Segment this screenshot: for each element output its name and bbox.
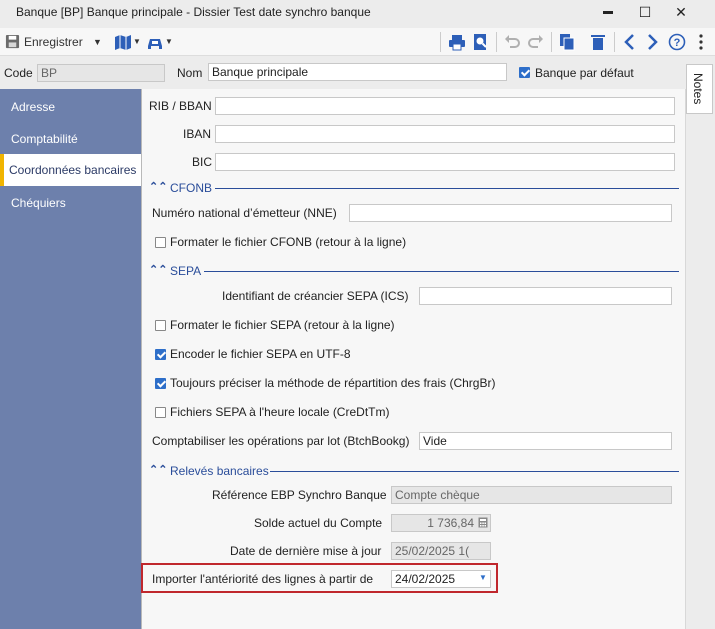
print-preview-icon[interactable] bbox=[472, 33, 490, 51]
save-button[interactable]: Enregistrer bbox=[24, 32, 83, 52]
minimize-button[interactable]: ▬ bbox=[590, 0, 626, 24]
default-bank-checkbox[interactable] bbox=[519, 67, 530, 78]
redo-icon[interactable] bbox=[527, 33, 545, 51]
sepa-section-header[interactable]: ⌃⌃ SEPA bbox=[149, 264, 679, 278]
notes-tab-label: Notes bbox=[691, 73, 705, 105]
undo-icon[interactable] bbox=[503, 33, 521, 51]
sepa-utf8-label: Encoder le fichier SEPA en UTF-8 bbox=[170, 347, 351, 361]
sidebar-item-adresse[interactable]: Adresse bbox=[0, 91, 141, 123]
nom-label: Nom bbox=[177, 66, 203, 80]
rib-label: RIB / BBAN bbox=[149, 99, 212, 113]
nne-label: Numéro national d’émetteur (NNE) bbox=[152, 206, 337, 220]
chevron-right-icon[interactable] bbox=[643, 33, 661, 51]
map-icon[interactable] bbox=[114, 33, 132, 51]
import-history-label: Importer l'antériorité des lignes à part… bbox=[152, 572, 374, 586]
collapse-chevron-icon[interactable]: ⌃⌃ bbox=[149, 180, 167, 193]
date-dropdown-icon[interactable]: ▼ bbox=[479, 573, 487, 582]
iban-field[interactable] bbox=[215, 125, 675, 143]
ics-label: Identifiant de créancier SEPA (ICS) bbox=[222, 289, 409, 303]
close-button[interactable]: ✕ bbox=[663, 0, 699, 24]
toolbar-separator bbox=[440, 32, 441, 52]
section-divider bbox=[204, 271, 679, 272]
cfonb-format-label: Formater le fichier CFONB (retour à la l… bbox=[170, 235, 407, 249]
collapse-chevron-icon[interactable]: ⌃⌃ bbox=[149, 263, 167, 276]
sepa-local-time-checkbox[interactable] bbox=[155, 407, 166, 418]
sepa-chrgbr-label: Toujours préciser la méthode de répartit… bbox=[170, 376, 496, 390]
title-bar: Banque [BP] Banque principale - Dissier … bbox=[0, 0, 715, 24]
map-dropdown-icon[interactable]: ▼ bbox=[133, 32, 141, 52]
more-options-icon[interactable] bbox=[692, 33, 710, 51]
releves-section-title: Relevés bancaires bbox=[170, 464, 269, 478]
batch-booking-label: Comptabiliser les opérations par lot (Bt… bbox=[152, 434, 410, 448]
toolbar-separator bbox=[551, 32, 552, 52]
nne-field[interactable] bbox=[349, 204, 672, 222]
notes-tab[interactable]: Notes bbox=[686, 64, 713, 114]
record-header: Code BP Nom Banque principale Banque par… bbox=[0, 60, 685, 88]
code-field[interactable]: BP bbox=[37, 64, 165, 82]
bic-field[interactable] bbox=[215, 153, 675, 171]
sepa-local-time-label: Fichiers SEPA à l'heure locale (CreDtTm) bbox=[170, 405, 390, 419]
cfonb-format-checkbox[interactable] bbox=[155, 237, 166, 248]
solde-label: Solde actuel du Compte bbox=[254, 516, 383, 530]
ebp-reference-label: Référence EBP Synchro Banque bbox=[212, 488, 387, 502]
side-panel-strip bbox=[685, 89, 715, 629]
sidebar: Adresse Comptabilité Coordonnées bancair… bbox=[0, 89, 141, 629]
ics-field[interactable] bbox=[419, 287, 672, 305]
last-update-field: 25/02/2025 1( bbox=[391, 542, 491, 560]
releves-section-header[interactable]: ⌃⌃ Relevés bancaires bbox=[149, 464, 679, 478]
window-title: Banque [BP] Banque principale - Dissier … bbox=[16, 5, 371, 19]
toolbar: Enregistrer ▼ ▼ ▼ ? bbox=[0, 28, 715, 56]
calculator-icon[interactable] bbox=[478, 517, 488, 528]
section-divider bbox=[215, 188, 679, 189]
help-icon[interactable]: ? bbox=[668, 33, 686, 51]
import-history-date-field[interactable]: 24/02/2025 bbox=[391, 570, 491, 588]
sepa-format-checkbox[interactable] bbox=[155, 320, 166, 331]
svg-text:?: ? bbox=[674, 37, 681, 49]
car-dropdown-icon[interactable]: ▼ bbox=[165, 32, 173, 52]
delete-icon[interactable] bbox=[589, 33, 607, 51]
toolbar-separator bbox=[614, 32, 615, 52]
sepa-chrgbr-checkbox[interactable] bbox=[155, 378, 166, 389]
maximize-button[interactable]: ☐ bbox=[627, 0, 663, 24]
code-label: Code bbox=[4, 66, 33, 80]
rib-field[interactable] bbox=[215, 97, 675, 115]
copy-icon[interactable] bbox=[558, 33, 576, 51]
batch-booking-select[interactable]: Vide bbox=[419, 432, 672, 450]
save-dropdown-icon[interactable]: ▼ bbox=[93, 32, 102, 52]
print-icon[interactable] bbox=[448, 33, 466, 51]
car-icon[interactable] bbox=[146, 33, 164, 51]
section-divider bbox=[270, 471, 679, 472]
cfonb-section-header[interactable]: ⌃⌃ CFONB bbox=[149, 181, 679, 195]
nom-field[interactable]: Banque principale bbox=[208, 63, 507, 81]
toolbar-separator bbox=[496, 32, 497, 52]
ebp-reference-field: Compte chèque bbox=[391, 486, 672, 504]
bic-label: BIC bbox=[192, 155, 213, 169]
solde-field: 1 736,84 bbox=[391, 514, 491, 532]
save-icon[interactable] bbox=[5, 34, 20, 49]
sepa-format-label: Formater le fichier SEPA (retour à la li… bbox=[170, 318, 395, 332]
default-bank-label: Banque par défaut bbox=[535, 66, 634, 80]
last-update-label: Date de dernière mise à jour bbox=[230, 544, 382, 558]
sidebar-item-chequiers[interactable]: Chéquiers bbox=[0, 187, 141, 219]
collapse-chevron-icon[interactable]: ⌃⌃ bbox=[149, 463, 167, 476]
iban-label: IBAN bbox=[183, 127, 212, 141]
chevron-left-icon[interactable] bbox=[621, 33, 639, 51]
sidebar-item-comptabilite[interactable]: Comptabilité bbox=[0, 123, 141, 155]
sidebar-item-coordonnees-bancaires[interactable]: Coordonnées bancaires bbox=[0, 154, 141, 186]
sepa-section-title: SEPA bbox=[170, 264, 202, 278]
cfonb-section-title: CFONB bbox=[170, 181, 212, 195]
sepa-utf8-checkbox[interactable] bbox=[155, 349, 166, 360]
